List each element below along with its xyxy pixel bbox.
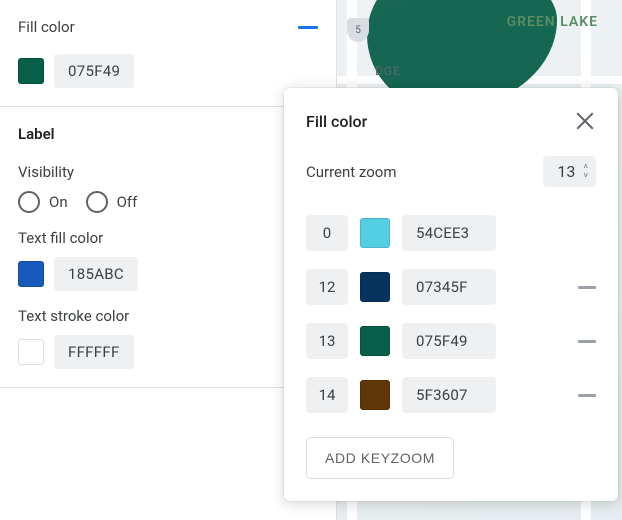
keyzoom-hex[interactable]: 07345F: [402, 269, 496, 305]
keyzoom-row: 12 07345F: [306, 269, 596, 305]
text-stroke-row: FFFFFF: [18, 335, 318, 369]
keyzoom-hex[interactable]: 075F49: [402, 323, 496, 359]
remove-icon[interactable]: [578, 286, 596, 289]
keyzoom-hex[interactable]: 5F3607: [402, 377, 496, 413]
radio-icon: [86, 191, 108, 213]
text-fill-label: Text fill color: [18, 229, 318, 247]
keyzoom-zoom[interactable]: 14: [306, 377, 348, 413]
remove-icon[interactable]: [578, 394, 596, 397]
text-fill-swatch[interactable]: [18, 261, 44, 287]
visibility-off-text: Off: [117, 193, 138, 211]
map-label-lake: GREEN LAKE: [507, 14, 598, 30]
visibility-radios: On Off: [18, 191, 318, 213]
stepper-arrows[interactable]: ˄ ˅: [583, 162, 588, 181]
chevron-up-icon[interactable]: ˄: [583, 163, 588, 171]
remove-icon[interactable]: [578, 340, 596, 343]
keyzoom-row: 14 5F3607: [306, 377, 596, 413]
map-label-district: DGE: [375, 64, 401, 78]
zoom-value: 13: [557, 162, 575, 181]
keyzoom-swatch[interactable]: [360, 272, 390, 302]
fill-color-title: Fill color: [18, 18, 75, 36]
keyzoom-zoom[interactable]: 13: [306, 323, 348, 359]
keyzoom-zoom[interactable]: 12: [306, 269, 348, 305]
add-keyzoom-button[interactable]: ADD KEYZOOM: [306, 437, 454, 479]
fill-color-header[interactable]: Fill color: [0, 0, 336, 46]
keyzoom-swatch[interactable]: [360, 218, 390, 248]
text-fill-hex[interactable]: 185ABC: [54, 257, 138, 291]
text-stroke-label: Text stroke color: [18, 307, 318, 325]
text-stroke-hex[interactable]: FFFFFF: [54, 335, 134, 369]
highway-shield-icon: 5: [347, 18, 369, 42]
keyzoom-zoom[interactable]: 0: [306, 215, 348, 251]
popup-title: Fill color: [306, 112, 367, 131]
text-fill-row: 185ABC: [18, 257, 318, 291]
visibility-on-text: On: [49, 193, 68, 211]
radio-icon: [18, 191, 40, 213]
text-stroke-swatch[interactable]: [18, 339, 44, 365]
keyzoom-swatch[interactable]: [360, 380, 390, 410]
keyzoom-hex[interactable]: 54CEE3: [402, 215, 496, 251]
chevron-down-icon[interactable]: ˅: [583, 172, 588, 180]
current-zoom-row: Current zoom 13 ˄ ˅: [306, 156, 596, 187]
fill-color-swatch[interactable]: [18, 58, 44, 84]
close-icon[interactable]: [574, 110, 596, 132]
current-zoom-label: Current zoom: [306, 163, 397, 181]
keyzoom-row: 0 54CEE3: [306, 215, 596, 251]
visibility-off-radio[interactable]: Off: [86, 191, 138, 213]
popup-header: Fill color: [306, 110, 596, 132]
keyzoom-swatch[interactable]: [360, 326, 390, 356]
fill-color-popup: Fill color Current zoom 13 ˄ ˅ 0 54CEE3 12…: [284, 88, 618, 501]
collapse-icon[interactable]: [298, 26, 318, 29]
zoom-stepper[interactable]: 13 ˄ ˅: [543, 156, 596, 187]
visibility-label: Visibility: [18, 163, 318, 181]
fill-color-hex[interactable]: 075F49: [54, 54, 134, 88]
keyzoom-row: 13 075F49: [306, 323, 596, 359]
keyzoom-list: 0 54CEE3 12 07345F 13 075F49 14 5F3607: [306, 215, 596, 413]
label-title: Label: [18, 125, 318, 143]
visibility-on-radio[interactable]: On: [18, 191, 68, 213]
